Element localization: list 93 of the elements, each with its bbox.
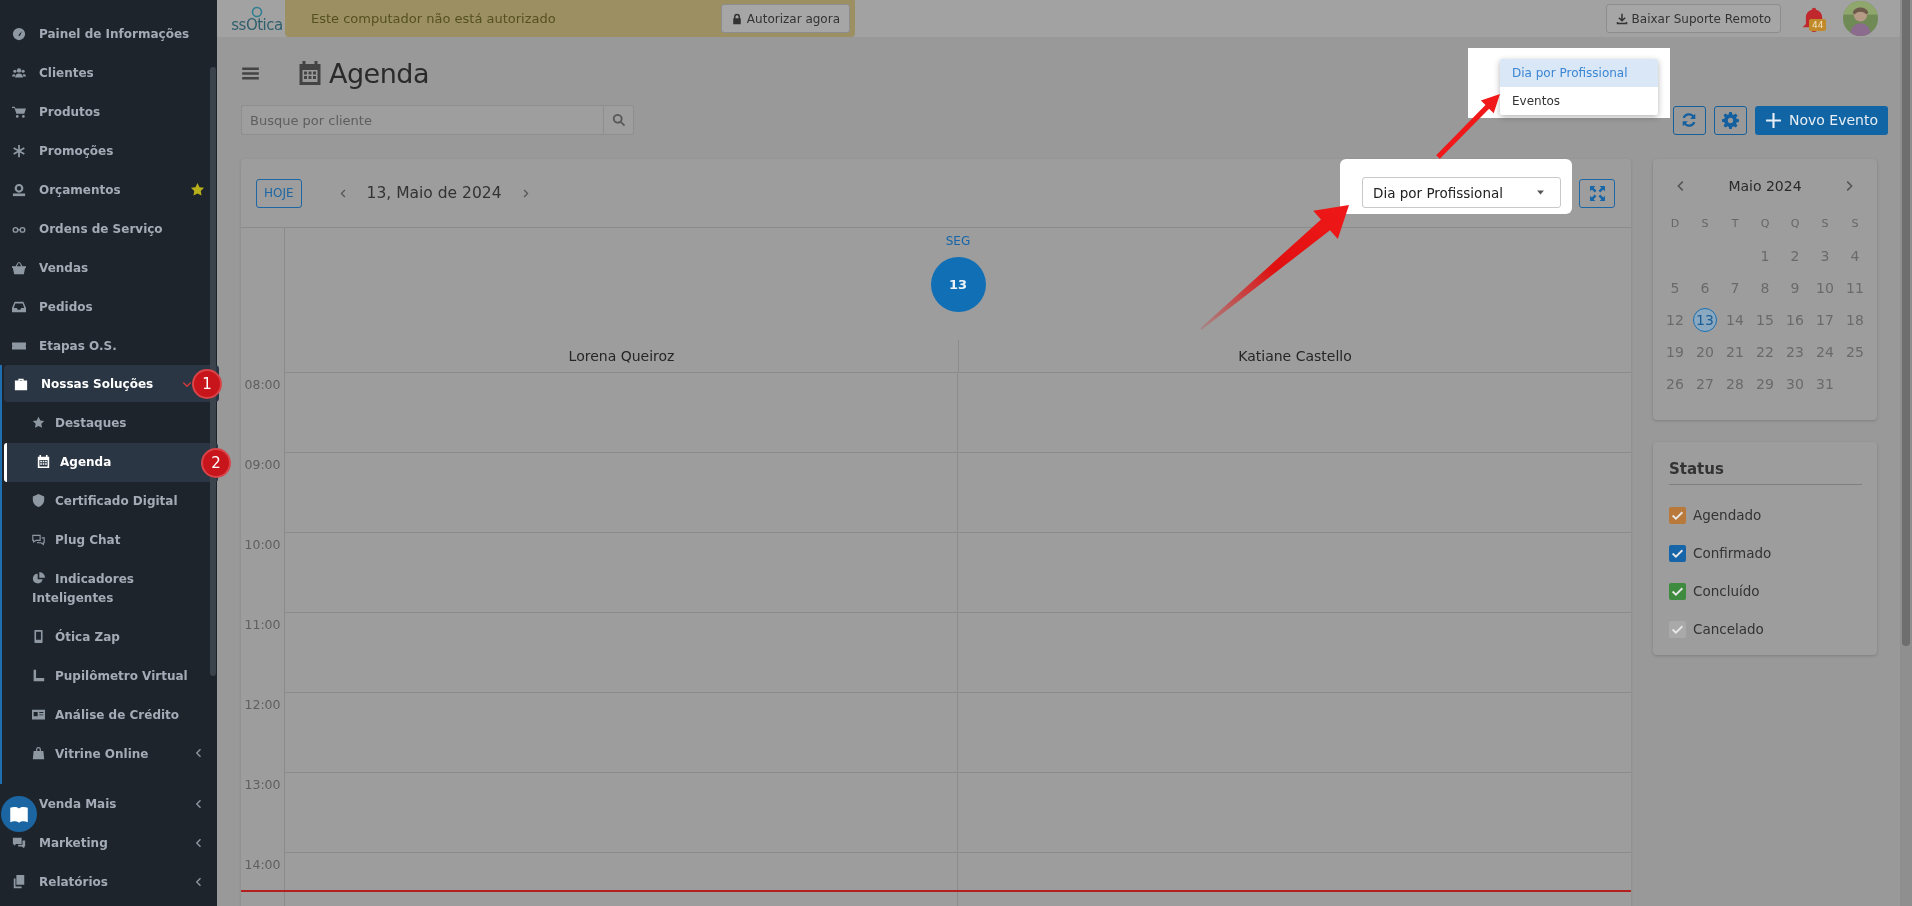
checkbox[interactable] bbox=[1669, 506, 1686, 524]
cart-icon bbox=[12, 104, 26, 119]
new-event-button[interactable]: Novo Evento bbox=[1755, 105, 1888, 135]
sidebar-item[interactable]: Promoções bbox=[0, 131, 217, 170]
pie-chart-icon bbox=[32, 572, 45, 585]
sidebar-item[interactable]: Pedidos bbox=[0, 287, 217, 326]
notifications-button[interactable]: 44 bbox=[1801, 5, 1827, 32]
sidebar-item[interactable]: Etapas O.S. bbox=[0, 326, 217, 365]
basket-icon bbox=[12, 260, 26, 275]
sidebar-item[interactable]: Plug Chat bbox=[2, 521, 217, 560]
sidebar-item[interactable]: Relatórios bbox=[0, 862, 217, 901]
calendar-icon bbox=[298, 61, 322, 85]
time-label: 13:00 bbox=[244, 777, 281, 792]
step-badge: 2 bbox=[203, 449, 229, 476]
book-button[interactable] bbox=[1, 796, 37, 832]
download-icon bbox=[1615, 12, 1628, 25]
time-label: 12:00 bbox=[244, 697, 281, 712]
plus-icon bbox=[1765, 111, 1782, 129]
caret-icon bbox=[1535, 187, 1546, 198]
day-number: 13 bbox=[930, 257, 986, 312]
sidebar-item[interactable]: Pupilômetro Virtual bbox=[2, 657, 217, 696]
checkbox[interactable] bbox=[1669, 544, 1686, 562]
column-header: Lorena Queiroz bbox=[567, 347, 676, 366]
remote-support-button[interactable]: Baixar Suporte Remoto bbox=[1605, 4, 1781, 33]
month-title: Maio 2024 bbox=[1728, 178, 1802, 194]
scrollbar-thumb[interactable] bbox=[1902, 0, 1910, 646]
briefcase-icon bbox=[14, 376, 28, 391]
sidebar-item[interactable]: Clientes bbox=[0, 53, 217, 92]
logo: ssOtica bbox=[231, 18, 283, 33]
sidebar-item[interactable]: Indicadores Inteligentes bbox=[2, 560, 217, 618]
gauge-icon bbox=[12, 26, 26, 41]
step-badge: 1 bbox=[194, 370, 220, 397]
page-title: Agenda bbox=[329, 57, 430, 89]
search-button[interactable] bbox=[603, 105, 634, 135]
lock-icon bbox=[730, 12, 743, 25]
time-label: 08:00 bbox=[244, 377, 281, 392]
inbox-icon bbox=[12, 299, 26, 314]
menu-option[interactable]: Eventos bbox=[1500, 87, 1658, 115]
banner-text: Este computador não está autorizado bbox=[311, 11, 557, 26]
star-icon bbox=[32, 416, 45, 429]
id-card-icon bbox=[32, 708, 45, 721]
weekday-label: SEG bbox=[945, 234, 971, 248]
today-button[interactable]: HOJE bbox=[256, 178, 302, 208]
sidebar-item[interactable]: Painel de Informações bbox=[0, 14, 217, 53]
time-label: 11:00 bbox=[244, 617, 281, 632]
checkbox-label: Confirmado bbox=[1693, 545, 1772, 561]
checkbox-label: Concluído bbox=[1693, 583, 1760, 599]
checkbox[interactable] bbox=[1669, 582, 1686, 600]
users-icon bbox=[12, 65, 26, 80]
expand-icon bbox=[1588, 184, 1606, 202]
time-label: 14:00 bbox=[244, 857, 281, 872]
search-icon bbox=[611, 113, 626, 127]
sidebar-item[interactable]: Venda Mais bbox=[0, 784, 217, 823]
asterisk-icon bbox=[12, 143, 26, 158]
checkbox-label: Agendado bbox=[1693, 507, 1762, 523]
shield-icon bbox=[32, 494, 45, 507]
sidebar-item[interactable]: Certificado Digital bbox=[2, 482, 217, 521]
chat-icon bbox=[32, 533, 45, 546]
time-label: 09:00 bbox=[244, 457, 281, 472]
panel-title: Status bbox=[1669, 458, 1862, 485]
calendar-icon bbox=[37, 455, 50, 468]
calendar-day[interactable]: 13 bbox=[1693, 308, 1717, 332]
arrow bbox=[1436, 94, 1500, 159]
search-field[interactable]: Busque por cliente bbox=[241, 105, 603, 135]
sidebar-item[interactable]: Ótica Zap bbox=[2, 618, 217, 657]
settings-button[interactable] bbox=[1714, 105, 1747, 135]
checkbox[interactable] bbox=[1669, 620, 1686, 638]
view-select[interactable]: Dia por Profissional bbox=[1362, 177, 1561, 208]
sidebar-item[interactable]: Vitrine Online bbox=[2, 735, 217, 774]
bag-icon bbox=[32, 747, 45, 760]
sidebar-item[interactable]: Análise de Crédito bbox=[2, 696, 217, 735]
checkbox-label: Cancelado bbox=[1693, 621, 1764, 637]
book-icon bbox=[9, 804, 29, 824]
phone-icon bbox=[32, 630, 45, 643]
sidebar-item[interactable]: Produtos bbox=[0, 92, 217, 131]
current-date: 13, Maio de 2024 bbox=[366, 184, 502, 202]
menu-option[interactable]: Dia por Profissional bbox=[1500, 59, 1658, 87]
sidebar-item[interactable]: Destaques bbox=[2, 404, 217, 443]
sidebar-item[interactable]: Ordens de Serviço bbox=[0, 209, 217, 248]
time-label: 10:00 bbox=[244, 537, 281, 552]
sidebar-item[interactable]: Vendas bbox=[0, 248, 217, 287]
logo-mark-icon bbox=[250, 6, 264, 18]
authorize-button[interactable]: Autorizar agora bbox=[720, 4, 850, 33]
coin-icon bbox=[12, 182, 26, 197]
column-header: Katiane Castello bbox=[958, 340, 1631, 372]
chat-bubbles-icon bbox=[12, 835, 26, 850]
settings-icon bbox=[1722, 111, 1739, 129]
ruler-icon bbox=[32, 669, 45, 682]
sidebar-item[interactable]: Marketing bbox=[0, 823, 217, 862]
sidebar-item[interactable]: Orçamentos bbox=[0, 170, 217, 209]
fullscreen-button[interactable] bbox=[1579, 178, 1615, 208]
refresh-button[interactable] bbox=[1673, 105, 1706, 135]
copy-icon bbox=[12, 874, 26, 889]
